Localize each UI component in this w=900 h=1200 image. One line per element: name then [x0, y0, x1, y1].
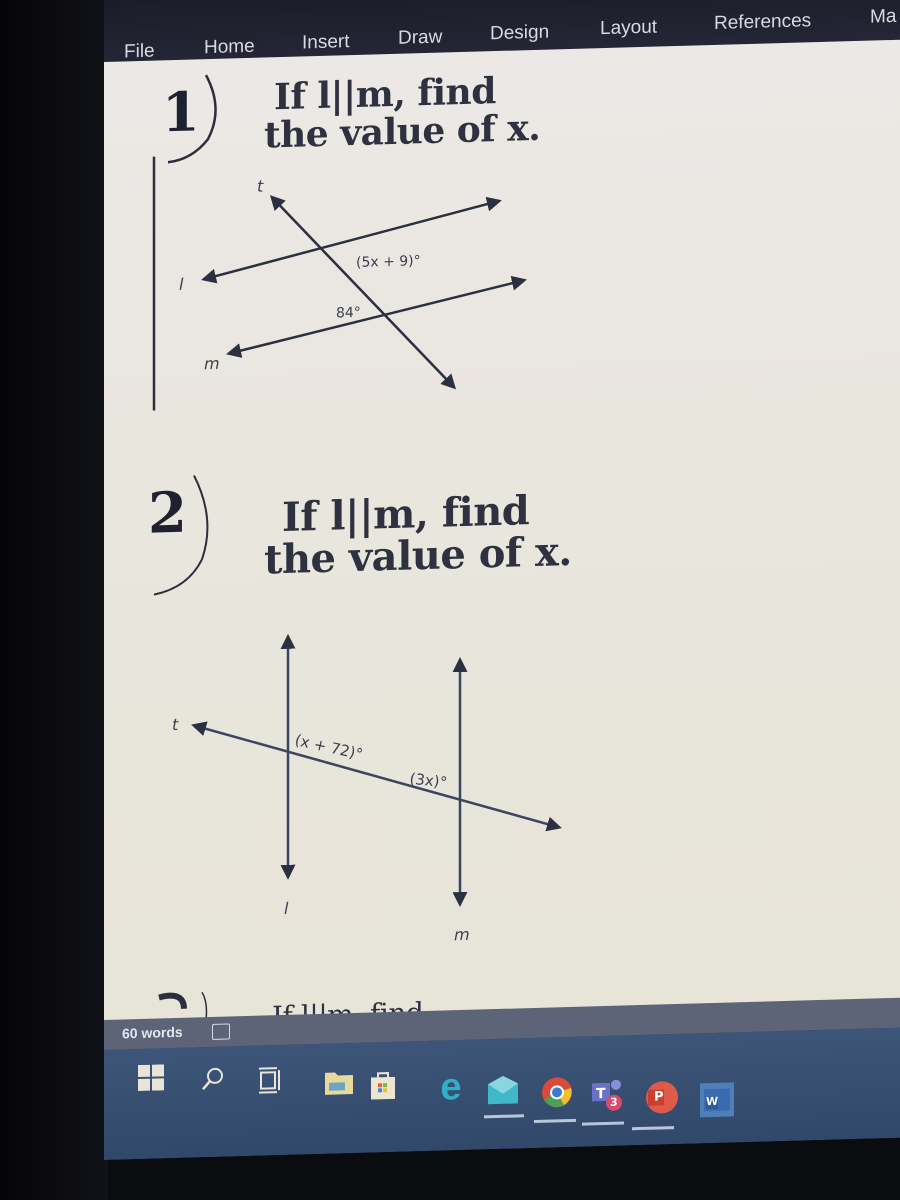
label-m: m: [204, 354, 220, 373]
task-view-icon[interactable]: [254, 1063, 288, 1098]
running-indicator: [534, 1118, 576, 1123]
prompt-line-2: the value of x.: [264, 106, 541, 157]
powerpoint-letter: P: [654, 1089, 664, 1105]
prompt-line-2: the value of x.: [264, 527, 572, 584]
windows-start-icon[interactable]: [134, 1060, 168, 1095]
svg-text:T: T: [596, 1086, 606, 1102]
angle-label-1: (x + 72)°: [293, 731, 365, 763]
label-m: m: [454, 925, 470, 944]
tab-design[interactable]: Design: [490, 22, 549, 46]
word-count[interactable]: 60 words: [122, 1024, 183, 1042]
word-letter: W: [706, 1094, 719, 1109]
angle-label-2: (3x)°: [408, 770, 448, 792]
question-bracket: [153, 475, 209, 596]
angle-label-2: 84°: [336, 305, 361, 322]
store-icon[interactable]: [366, 1068, 400, 1103]
edge-icon[interactable]: e: [434, 1066, 468, 1109]
diagram-1: t l m (5x + 9)° 84°: [179, 177, 527, 390]
line-m: [226, 275, 527, 358]
taskbar: e T 3 P W: [104, 1027, 900, 1160]
running-indicator: [582, 1121, 624, 1126]
search-icon[interactable]: [196, 1061, 230, 1096]
transversal-t: [191, 721, 562, 832]
question-prompt: If l||m, find the value of x.: [264, 70, 541, 157]
powerpoint-icon[interactable]: P: [644, 1080, 678, 1115]
document-page[interactable]: 1 If l||m, find the value of x. t l m (5…: [104, 39, 900, 1033]
tab-mailings[interactable]: Ma: [870, 6, 896, 29]
running-indicator: [632, 1126, 674, 1131]
word-icon[interactable]: W: [700, 1082, 734, 1118]
label-t: t: [172, 715, 179, 734]
tab-draw[interactable]: Draw: [398, 27, 442, 50]
label-l: l: [179, 275, 184, 294]
question-prompt: If l||m, find the value of x.: [264, 487, 572, 584]
tab-references[interactable]: References: [714, 10, 811, 35]
screen: File Home Insert Draw Design Layout Refe…: [104, 0, 900, 1160]
tab-layout[interactable]: Layout: [600, 17, 657, 41]
tab-insert[interactable]: Insert: [302, 31, 350, 54]
mail-icon[interactable]: [486, 1072, 520, 1107]
monitor-bezel: [0, 0, 108, 1200]
chrome-icon[interactable]: [540, 1075, 574, 1110]
line-l: [201, 196, 502, 284]
proofing-icon[interactable]: [212, 1023, 230, 1040]
tab-home[interactable]: Home: [204, 36, 255, 59]
angle-label-1: (5x + 9)°: [356, 253, 421, 271]
diagram-2: t l m (x + 72)° (3x)°: [172, 633, 562, 944]
running-indicator: [484, 1114, 524, 1119]
transversal-t: [269, 195, 457, 390]
label-l: l: [284, 899, 289, 918]
file-explorer-icon[interactable]: [322, 1065, 356, 1100]
teams-badge: 3: [610, 1095, 618, 1109]
label-t: t: [257, 177, 264, 196]
teams-icon[interactable]: T 3: [590, 1077, 624, 1112]
